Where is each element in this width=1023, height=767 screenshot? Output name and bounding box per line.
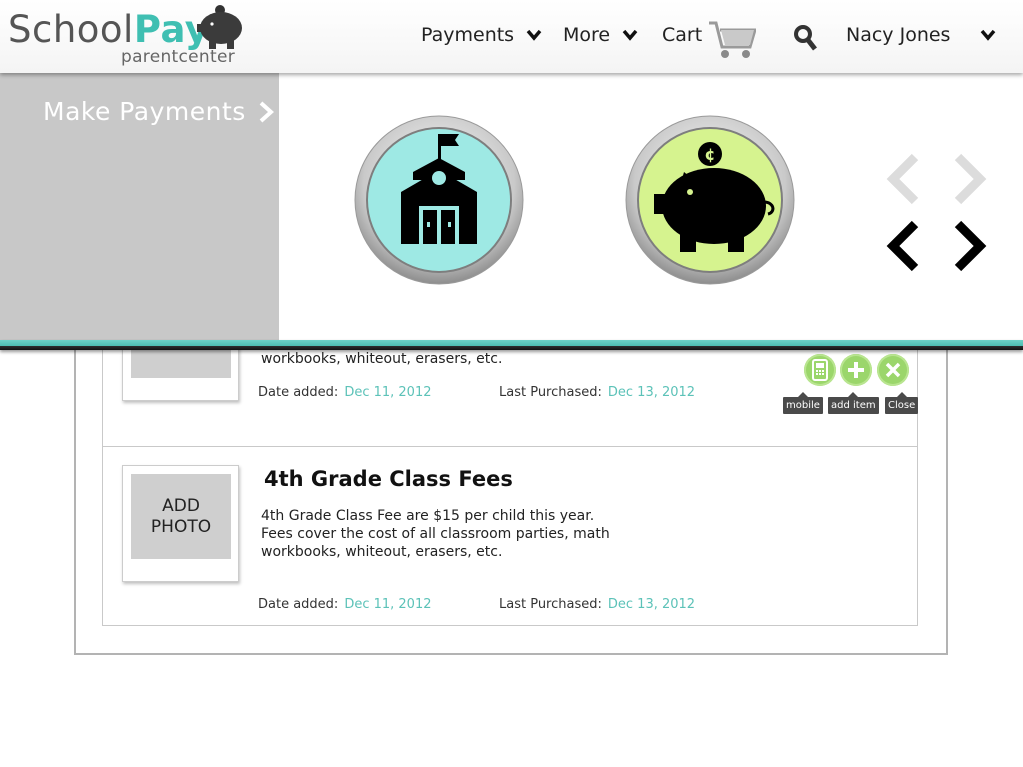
next-arrow-icon[interactable] (950, 218, 990, 274)
prev-arrow-icon[interactable] (883, 218, 923, 274)
top-header: SchoolPay parentcenter Payments More Car… (0, 0, 1023, 73)
last-purchased-label: Last Purchased: (499, 597, 602, 612)
drawer-title: Make Payments (43, 97, 246, 126)
close-tooltip: Close (885, 392, 919, 414)
date-added-label: Date added: (258, 597, 339, 612)
last-purchased-value: Dec 13, 2012 (607, 385, 696, 400)
date-added: Date added: Dec 11, 2012 (258, 385, 432, 400)
date-added-value: Dec 11, 2012 (344, 385, 432, 400)
date-added-value: Dec 11, 2012 (344, 597, 432, 612)
date-added-label: Date added: (258, 385, 339, 400)
more-label: More (563, 24, 611, 46)
mobile-icon (812, 359, 828, 381)
more-menu[interactable]: More (563, 24, 638, 46)
search-icon[interactable] (793, 24, 817, 52)
cart-link[interactable]: Cart (662, 24, 702, 46)
school-building-icon[interactable] (353, 114, 525, 286)
chevron-down-icon (526, 29, 542, 41)
user-name: Nacy Jones (846, 24, 951, 46)
close-icon (885, 362, 901, 378)
item-photo[interactable]: ADD PHOTO (122, 465, 239, 582)
add-icon (848, 362, 864, 378)
next-arrow-faded-icon (954, 153, 987, 205)
item-description: 4th Grade Class Fee are $15 per child th… (261, 508, 610, 560)
add-photo-placeholder[interactable]: ADD PHOTO (131, 474, 231, 559)
piggy-bank-icon[interactable]: ¢ (624, 114, 796, 286)
logo-wordmark: SchoolPay (8, 8, 209, 51)
item-title: 4th Grade Class Fees (264, 467, 513, 491)
chevron-right-icon (259, 101, 274, 122)
date-added: Date added: Dec 11, 2012 (258, 597, 432, 612)
last-purchased-value: Dec 13, 2012 (607, 597, 696, 612)
last-purchased: Last Purchased: Dec 13, 2012 (499, 597, 695, 612)
prev-arrow-faded-icon (886, 153, 919, 205)
logo-subtitle: parentcenter (121, 47, 236, 67)
payments-label: Payments (421, 24, 515, 46)
cart-label: Cart (662, 24, 703, 46)
chevron-down-icon (981, 29, 996, 41)
item-description: workbooks, whiteout, erasers, etc. (261, 351, 503, 367)
chevron-down-icon (622, 29, 638, 41)
drawer-bottom-bar (0, 340, 1023, 350)
mobile-tooltip: mobile (783, 392, 823, 414)
add-item-button[interactable] (840, 354, 872, 386)
make-payments-link[interactable]: Make Payments (43, 97, 274, 126)
payments-menu[interactable]: Payments (421, 24, 542, 46)
schoolpay-logo[interactable]: SchoolPay parentcenter (8, 5, 253, 68)
last-purchased: Last Purchased: Dec 13, 2012 (499, 385, 695, 400)
last-purchased-label: Last Purchased: (499, 385, 602, 400)
row-divider (102, 446, 918, 447)
piggy-bank-logo-icon (197, 5, 242, 49)
mobile-button[interactable] (804, 354, 836, 386)
shopping-cart-icon[interactable] (708, 20, 756, 60)
add-item-tooltip: add item (828, 392, 879, 414)
make-payments-drawer: Make Payments ¢ (0, 73, 1023, 340)
close-button[interactable] (877, 354, 909, 386)
drawer-sidebar: Make Payments (0, 73, 279, 340)
svg-text:¢: ¢ (704, 145, 715, 164)
logo-school-text: School (8, 8, 134, 51)
user-menu[interactable]: Nacy Jones (846, 24, 996, 46)
